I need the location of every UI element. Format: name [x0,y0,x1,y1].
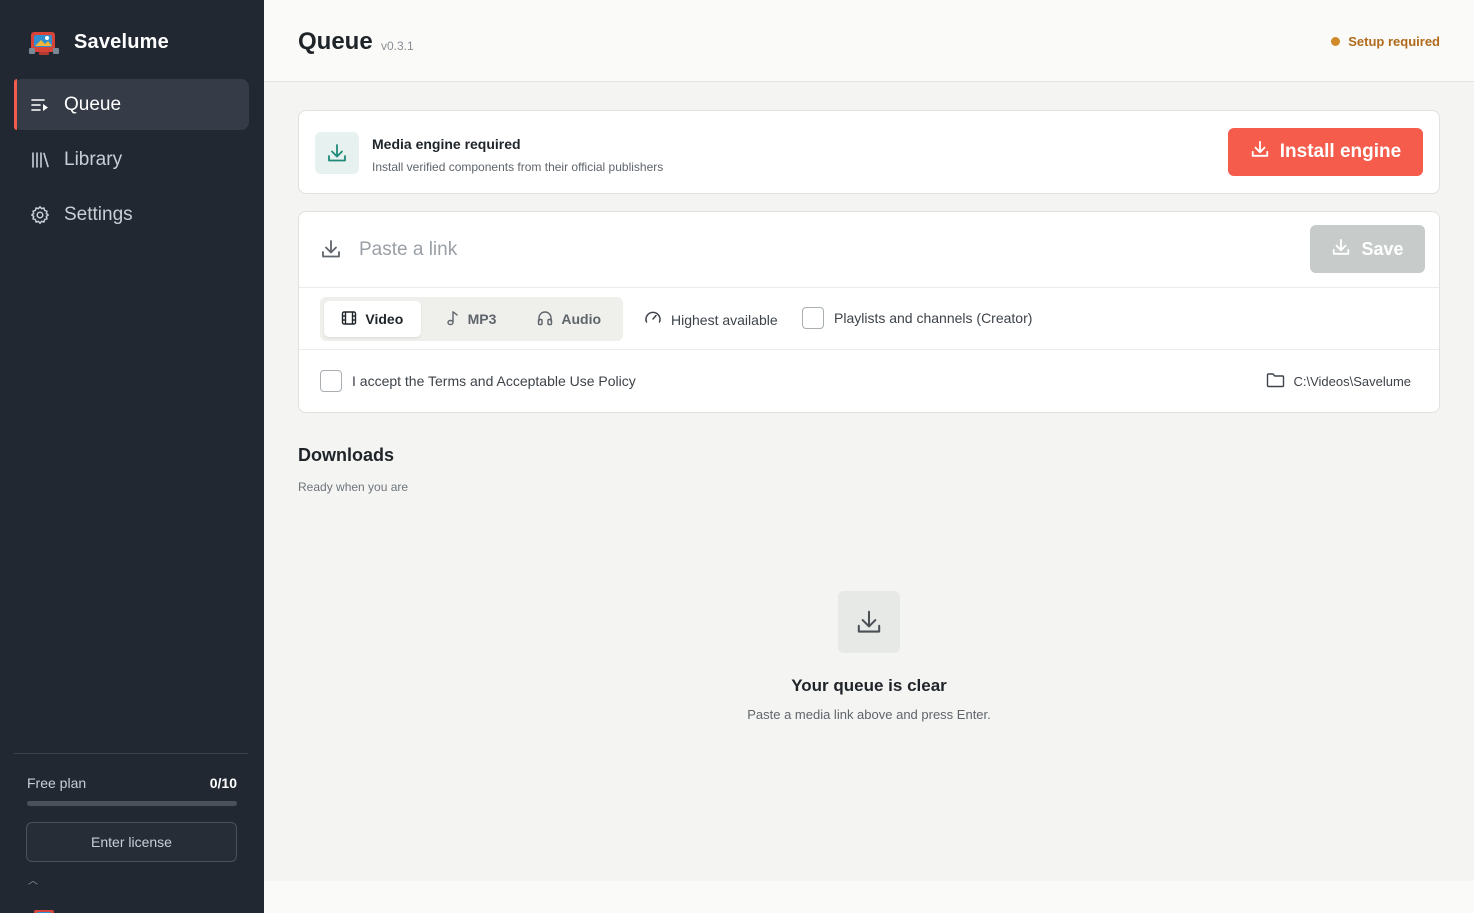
terms-checkbox[interactable] [320,370,342,392]
sidebar-item-settings[interactable]: Settings [14,189,249,240]
app-name: Savelume [74,30,169,53]
playlist-option[interactable]: Playlists and channels (Creator) [802,307,1032,329]
downloads-subtitle: Ready when you are [298,480,409,494]
plan-progress-bar [27,801,237,806]
output-folder[interactable]: C:\Videos\Savelume [1266,372,1411,391]
quality-label: Highest available [671,311,778,328]
sidebar-item-label: Settings [64,203,133,225]
download-icon [1331,237,1351,262]
savelume-logo-icon [28,26,60,58]
page-header: Queue v0.3.1 Setup required [264,0,1474,82]
enter-license-button[interactable]: Enter license [26,822,237,862]
format-audio-button[interactable]: Audio [519,301,619,337]
quality-selector[interactable]: Highest available [644,309,778,330]
version-label: v0.3.1 [381,39,414,53]
chevron-up-icon[interactable]: ︿ [28,872,38,887]
link-input[interactable] [359,234,1259,266]
library-icon [30,150,50,170]
engine-required-card: Media engine required Install verified c… [298,110,1440,194]
format-label: Audio [561,311,602,327]
sidebar-divider [14,753,248,754]
plan-count: 0/10 [209,775,237,791]
download-icon [320,238,342,265]
terms-label: I accept the Terms and Acceptable Use Po… [352,373,636,389]
terms-row: I accept the Terms and Acceptable Use Po… [299,350,1439,412]
music-note-icon [444,310,460,329]
install-engine-button[interactable]: Install engine [1228,128,1423,176]
footer-strip [264,881,1474,913]
sidebar-item-label: Library [64,148,123,170]
status-dot-icon [1331,37,1341,46]
options-row: Video MP3 Audio Highest available Playli… [299,288,1439,350]
plan-label: Free plan [27,775,87,791]
empty-state-subtitle: Paste a media link above and press Enter… [747,707,991,722]
playlist-checkbox[interactable] [802,307,824,329]
gear-icon [30,205,50,225]
format-label: MP3 [467,311,497,327]
page-title: Queue [298,28,373,55]
sidebar-item-label: Queue [64,93,122,115]
engine-subtitle: Install verified components from their o… [372,160,664,174]
setup-status[interactable]: Setup required [1331,34,1440,49]
plan-usage: Free plan 0/10 [27,775,237,791]
download-icon [315,132,359,174]
sidebar-item-queue[interactable]: Queue [14,79,249,130]
download-icon [1250,139,1270,165]
sidebar-item-library[interactable]: Library [14,134,249,185]
empty-state-download-icon [838,591,900,653]
headphones-icon [537,310,553,329]
empty-state-title: Your queue is clear [791,676,947,695]
format-video-button[interactable]: Video [324,301,421,337]
status-text: Setup required [1348,34,1440,49]
format-selector: Video MP3 Audio [320,297,623,341]
brand[interactable]: Savelume [28,26,169,58]
terms-option[interactable]: I accept the Terms and Acceptable Use Po… [320,370,636,392]
playlist-label: Playlists and channels (Creator) [834,310,1033,326]
sidebar-nav: Queue Library Settings [14,79,249,244]
folder-path: C:\Videos\Savelume [1293,374,1411,389]
speedometer-icon [644,309,662,330]
folder-icon [1266,372,1285,391]
link-card: Save Video [298,211,1440,413]
engine-title: Media engine required [372,136,521,152]
format-label: Video [365,311,404,327]
format-mp3-button[interactable]: MP3 [425,301,516,337]
save-button[interactable]: Save [1310,225,1425,273]
install-engine-label: Install engine [1279,141,1402,162]
queue-icon [30,95,50,115]
sidebar: Savelume Queue Library Settings Free pla… [0,0,264,913]
savelume-small-logo-icon [32,903,56,913]
save-label: Save [1361,238,1404,259]
film-icon [341,310,357,329]
link-input-row: Save [299,212,1439,288]
downloads-title: Downloads [298,445,395,465]
